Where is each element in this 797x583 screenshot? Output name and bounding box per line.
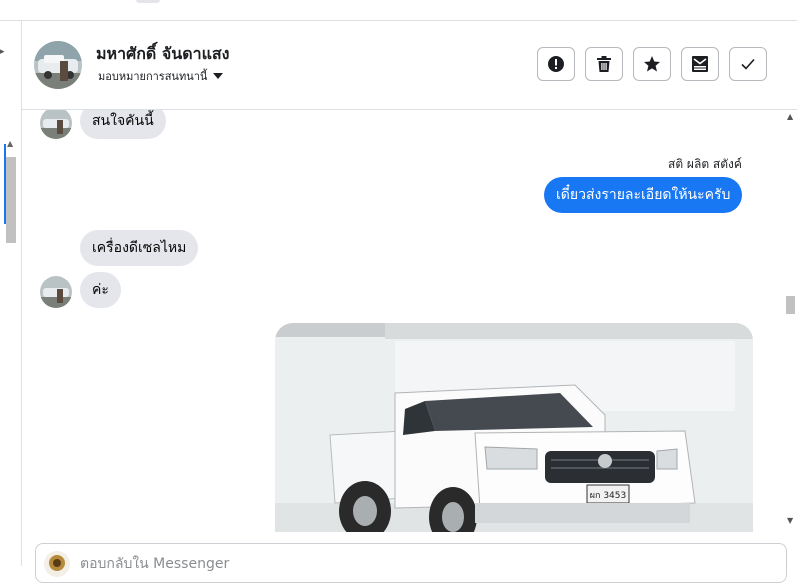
contact-avatar[interactable] [34, 41, 82, 89]
reply-composer [35, 543, 787, 583]
star-icon [644, 56, 660, 72]
incoming-message: ค่ะ [80, 272, 121, 308]
mark-unread-button[interactable] [681, 47, 719, 81]
scroll-up-icon[interactable]: ▲ [787, 112, 793, 121]
scroll-down-icon[interactable]: ▼ [787, 516, 793, 525]
incoming-message: เครื่องดีเซลไหม [80, 230, 199, 266]
envelope-icon [692, 56, 708, 72]
conversation-header: มหาศักดิ์ จันดาแสง มอบหมายการสนทนานี้ [22, 21, 797, 110]
message-thread[interactable]: สนใจคันนี้ สติ ผลิต สตังค์ เดี๋ยวส่งรายล… [22, 110, 784, 532]
mark-done-button[interactable] [729, 47, 767, 81]
check-icon [741, 58, 755, 70]
caret-down-icon [213, 73, 224, 79]
thread-scrollbar[interactable]: ▲ ▼ [784, 110, 797, 532]
vehicle-photo[interactable]: ผก 3453 [275, 323, 753, 532]
top-tab-indicator [136, 0, 160, 3]
scroll-thumb[interactable] [6, 157, 16, 243]
reply-input[interactable] [80, 552, 770, 576]
assign-conversation-dropdown[interactable]: มอบหมายการสนทนานี้ [98, 67, 224, 85]
trash-icon [597, 56, 611, 72]
contact-avatar-small[interactable] [40, 276, 72, 308]
alert-icon [548, 56, 564, 72]
sender-name: สติ ผลิต สตังค์ [668, 157, 742, 171]
page-avatar [44, 551, 70, 577]
spam-button[interactable] [537, 47, 575, 81]
contact-avatar-small[interactable] [40, 110, 72, 139]
delete-button[interactable] [585, 47, 623, 81]
incoming-message: สนใจคันนี้ [80, 110, 166, 139]
license-plate: ผก 3453 [590, 491, 627, 501]
conversation-list-pane: ▸ ▲ [0, 21, 22, 566]
contact-name[interactable]: มหาศักดิ์ จันดาแสง [96, 42, 229, 67]
collapse-arrow-icon[interactable]: ▸ [0, 47, 5, 57]
outgoing-message: เดี๋ยวส่งรายละเอียดให้นะครับ [544, 177, 743, 213]
assign-label: มอบหมายการสนทนานี้ [98, 70, 208, 83]
top-bar [0, 0, 797, 21]
left-scrollbar[interactable]: ▲ [4, 139, 18, 559]
scroll-thumb[interactable] [786, 296, 795, 314]
star-button[interactable] [633, 47, 671, 81]
scroll-up-icon[interactable]: ▲ [7, 139, 13, 148]
